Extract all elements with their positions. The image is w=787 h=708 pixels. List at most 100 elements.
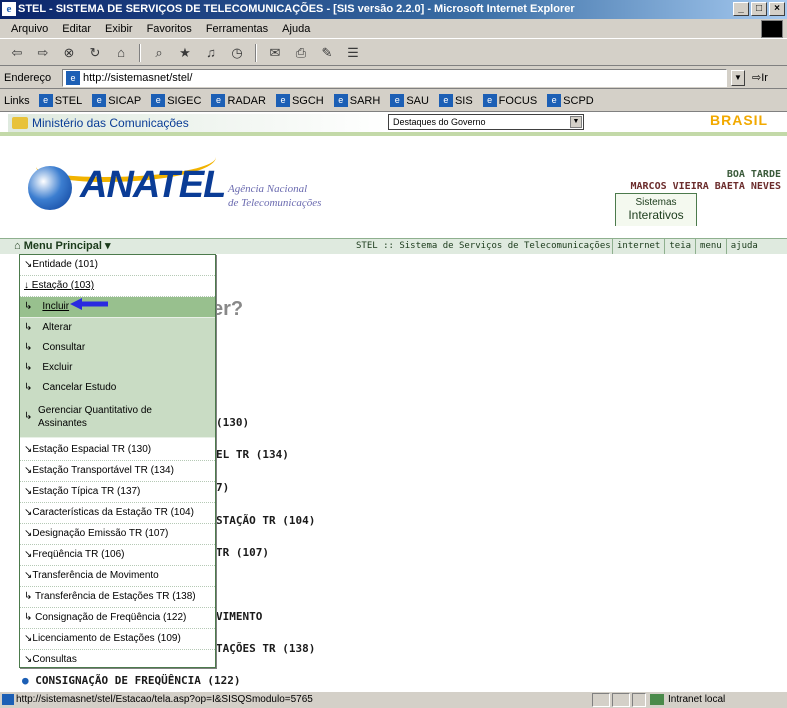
page-icon bbox=[2, 694, 14, 705]
menu-item-frequencia[interactable]: ↘Freqüência TR (106) bbox=[20, 545, 215, 566]
background-heading: er? bbox=[212, 298, 244, 320]
nav-link-menu[interactable]: menu bbox=[695, 239, 726, 254]
link-stel[interactable]: e STEL bbox=[34, 94, 88, 107]
address-url: http://sistemasnet/stel/ bbox=[83, 72, 193, 84]
anatel-logo[interactable]: ANATEL bbox=[80, 164, 226, 207]
address-label: Endereço bbox=[4, 71, 52, 84]
media-icon[interactable]: ♫ bbox=[200, 43, 222, 63]
menu-item-transferencia-movimento[interactable]: ↘Transferência de Movimento bbox=[20, 566, 215, 587]
stop-icon[interactable]: ⊗ bbox=[58, 43, 80, 63]
bg-line: STAÇÃO TR (104) bbox=[216, 514, 316, 527]
system-title: STEL :: Sistema de Serviços de Telecomun… bbox=[356, 241, 611, 251]
browser-toolbar: ⇦ ⇨ ⊗ ↻ ⌂ ⌕ ★ ♫ ◷ ✉ ⎙ ✎ ☰ bbox=[0, 40, 787, 66]
search-icon[interactable]: ⌕ bbox=[148, 43, 170, 63]
edit-icon[interactable]: ✎ bbox=[316, 43, 338, 63]
destaques-select[interactable]: Destaques do Governo ▼ bbox=[388, 114, 584, 130]
nav-link-teia[interactable]: teia bbox=[664, 239, 695, 254]
submenu-item-excluir[interactable]: ↳ Excluir bbox=[20, 358, 215, 379]
history-icon[interactable]: ◷ bbox=[226, 43, 248, 63]
intranet-icon bbox=[650, 694, 664, 705]
anatel-globe-icon bbox=[28, 166, 72, 210]
menu-ferramentas[interactable]: Ferramentas bbox=[199, 23, 275, 35]
status-bar: http://sistemasnet/stel/Estacao/tela.asp… bbox=[0, 691, 787, 707]
page-icon: e bbox=[66, 71, 80, 85]
back-icon[interactable]: ⇦ bbox=[6, 43, 28, 63]
maximize-button[interactable]: □ bbox=[751, 2, 767, 16]
sistemas-interativos-tab[interactable]: Sistemas Interativos bbox=[615, 193, 697, 226]
menu-item-licenciamento[interactable]: ↘Licenciamento de Estações (109) bbox=[20, 629, 215, 650]
menu-item-transferencia-estacoes[interactable]: ↳ Transferência de Estações TR (138) bbox=[20, 587, 215, 608]
agencia-text: Agência Nacional de Telecomunicações bbox=[228, 183, 322, 209]
menu-item-caracteristicas[interactable]: ↘Características da Estação TR (104) bbox=[20, 503, 215, 524]
go-button[interactable]: ⇨Ir bbox=[752, 71, 768, 84]
ministerio-icon bbox=[12, 117, 28, 129]
page-content: Ministério das Comunicações Destaques do… bbox=[0, 112, 787, 691]
menu-item-estacao-tipica[interactable]: ↘Estação Típica TR (137) bbox=[20, 482, 215, 503]
menu-item-estacao[interactable]: ↓ Estação (103) bbox=[20, 276, 215, 297]
refresh-icon[interactable]: ↻ bbox=[84, 43, 106, 63]
link-sigec[interactable]: e SIGEC bbox=[146, 94, 206, 107]
menu-editar[interactable]: Editar bbox=[55, 23, 98, 35]
menu-item-estacao-transportavel[interactable]: ↘Estação Transportável TR (134) bbox=[20, 461, 215, 482]
home-icon: ⌂ bbox=[14, 240, 24, 252]
submenu-item-incluir[interactable]: ↳ Incluir bbox=[20, 297, 215, 318]
links-bar: Links e STEL e SICAP e SIGEC e RADAR e SGCH e… bbox=[0, 90, 787, 112]
menu-item-consignacao[interactable]: ↳ Consignação de Freqüência (122) bbox=[20, 608, 215, 629]
bg-line: TR (107) bbox=[216, 546, 269, 559]
bg-line: 7) bbox=[216, 481, 230, 494]
bg-consignacao-link[interactable]: ● CONSIGNAÇÃO DE FREQÜÊNCIA (122) bbox=[22, 674, 241, 687]
brasil-logo: BRASIL bbox=[710, 112, 769, 128]
nav-link-ajuda[interactable]: ajuda bbox=[725, 239, 762, 254]
favorites-icon[interactable]: ★ bbox=[174, 43, 196, 63]
link-sau[interactable]: e SAU bbox=[385, 94, 434, 107]
submenu-item-gerenciar-quantitativo[interactable]: ↳ Gerenciar Quantitativo de Assinantes bbox=[20, 398, 215, 438]
submenu-item-consultar[interactable]: ↳ Consultar bbox=[20, 338, 215, 359]
menu-item-estacao-espacial[interactable]: ↘Estação Espacial TR (130) bbox=[20, 440, 215, 461]
nav-link-internet[interactable]: internet bbox=[612, 239, 664, 254]
window-title: STEL - SISTEMA DE SERVIÇOS DE TELECOMUNI… bbox=[18, 3, 575, 15]
menu-principal-button[interactable]: ⌂ Menu Principal ▾ bbox=[14, 239, 111, 254]
address-dropdown-icon[interactable]: ▼ bbox=[731, 70, 745, 86]
menu-principal-dropdown: ↘Entidade (101) ↓ Estação (103) ↳ Incluir… bbox=[19, 254, 216, 668]
close-button[interactable]: × bbox=[769, 2, 785, 16]
link-sarh[interactable]: e SARH bbox=[329, 94, 386, 107]
menu-ajuda[interactable]: Ajuda bbox=[275, 23, 317, 35]
bg-line: TAÇÕES TR (138) bbox=[216, 642, 316, 655]
mail-icon[interactable]: ✉ bbox=[264, 43, 286, 63]
bullet-icon: ● bbox=[22, 674, 29, 687]
chevron-down-icon: ▼ bbox=[570, 116, 582, 128]
minimize-button[interactable]: _ bbox=[733, 2, 749, 16]
menu-arquivo[interactable]: Arquivo bbox=[4, 23, 55, 35]
windows-flag-icon bbox=[761, 20, 783, 38]
menu-item-designacao[interactable]: ↘Designação Emissão TR (107) bbox=[20, 524, 215, 545]
discuss-icon[interactable]: ☰ bbox=[342, 43, 364, 63]
nav-bar: ⌂ Menu Principal ▾ STEL :: Sistema de Se… bbox=[0, 238, 787, 254]
link-sicap[interactable]: e SICAP bbox=[87, 94, 146, 107]
user-name: MARCOS VIEIRA BAETA NEVES bbox=[630, 181, 781, 192]
window-titlebar: e STEL - SISTEMA DE SERVIÇOS DE TELECOMU… bbox=[0, 0, 787, 19]
print-icon[interactable]: ⎙ bbox=[290, 43, 312, 63]
submenu-item-alterar[interactable]: ↳ Alterar bbox=[20, 318, 215, 339]
link-scpd[interactable]: e SCPD bbox=[542, 94, 599, 107]
home-icon[interactable]: ⌂ bbox=[110, 43, 132, 63]
security-zone: Intranet local bbox=[648, 692, 725, 707]
status-text: http://sistemasnet/stel/Estacao/tela.asp… bbox=[0, 692, 313, 708]
link-focus[interactable]: e FOCUS bbox=[478, 94, 543, 107]
link-sgch[interactable]: e SGCH bbox=[271, 94, 329, 107]
link-radar[interactable]: e RADAR bbox=[206, 94, 271, 107]
ministerio-link[interactable]: Ministério das Comunicações bbox=[8, 114, 388, 132]
submenu-item-cancelar-estudo[interactable]: ↳ Cancelar Estudo bbox=[20, 378, 215, 399]
address-input[interactable]: e http://sistemasnet/stel/ bbox=[62, 69, 727, 87]
menu-favoritos[interactable]: Favoritos bbox=[140, 23, 199, 35]
greeting: BOA TARDE bbox=[726, 169, 781, 180]
menu-item-entidade[interactable]: ↘Entidade (101) bbox=[20, 255, 215, 276]
menu-item-consultas[interactable]: ↘Consultas bbox=[20, 650, 215, 670]
forward-icon[interactable]: ⇨ bbox=[32, 43, 54, 63]
bg-line: VIMENTO bbox=[216, 610, 263, 623]
gov-bar: Ministério das Comunicações Destaques do… bbox=[0, 112, 787, 146]
bg-line: EL TR (134) bbox=[216, 448, 289, 461]
links-label: Links bbox=[4, 94, 30, 107]
link-sis[interactable]: e SIS bbox=[434, 94, 478, 107]
menu-exibir[interactable]: Exibir bbox=[98, 23, 140, 35]
browser-menubar: Arquivo Editar Exibir Favoritos Ferramen… bbox=[0, 19, 787, 39]
